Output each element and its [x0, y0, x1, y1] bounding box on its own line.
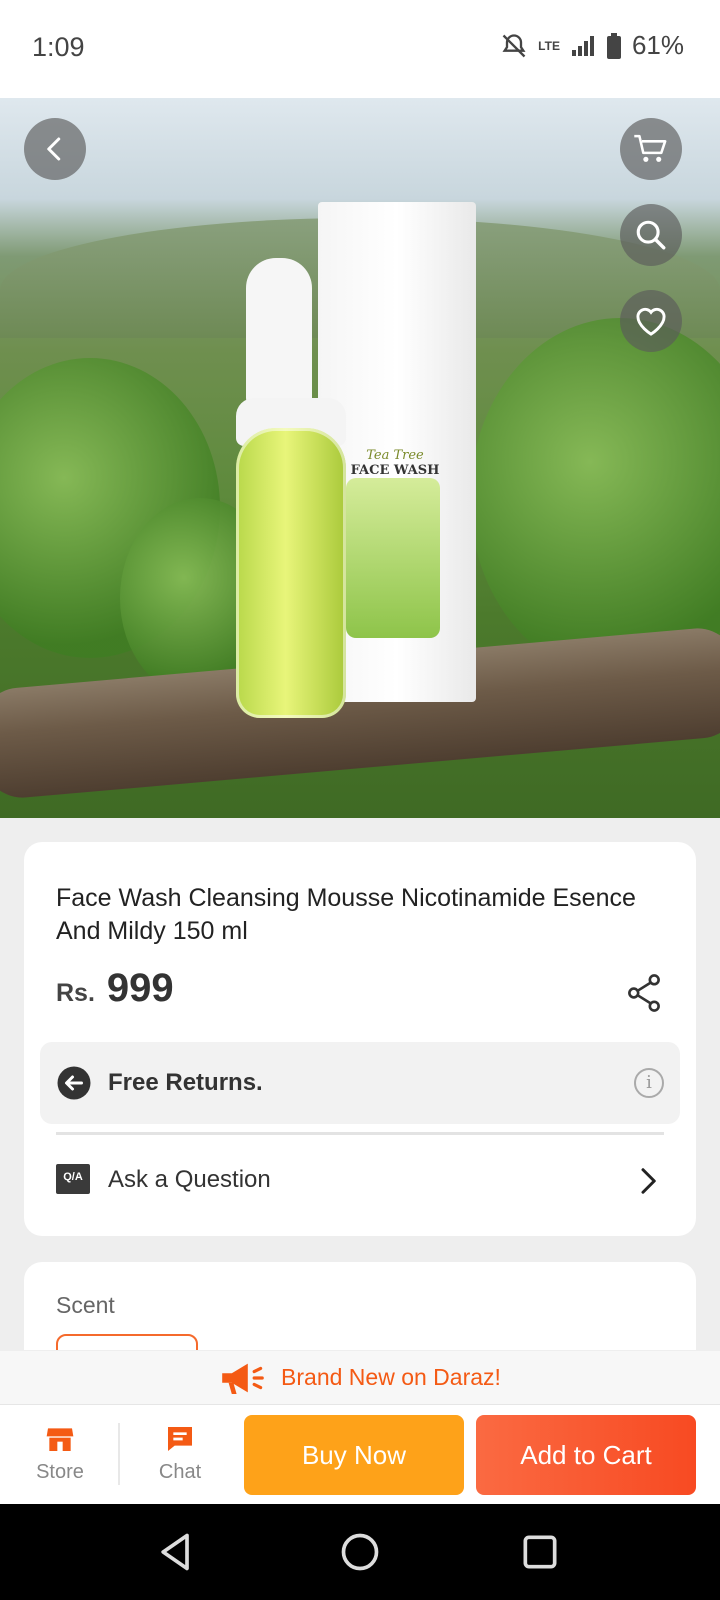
share-icon	[628, 974, 660, 1012]
product-image[interactable]: Tea Tree FACE WASH	[0, 98, 720, 818]
battery-percent: 61%	[631, 30, 684, 60]
free-returns-label: Free Returns.	[108, 1069, 263, 1096]
scent-label: Scent	[56, 1292, 115, 1318]
chevron-right-icon	[641, 1168, 656, 1194]
product-bottle	[236, 428, 346, 718]
network-label: LTE	[538, 38, 560, 53]
box-label: Tea Tree FACE WASH	[350, 448, 440, 478]
share-button[interactable]	[626, 974, 662, 1017]
product-info-card: Face Wash Cleansing Mousse Nicotinamide …	[24, 842, 696, 1236]
system-nav-bar	[0, 1504, 720, 1600]
ask-question-row[interactable]: Q/A Ask a Question	[56, 1156, 664, 1206]
brand-banner-text: Brand New on Daraz!	[281, 1364, 501, 1390]
chat-tab[interactable]: Chat	[130, 1423, 230, 1484]
back-arrow-icon	[47, 137, 61, 161]
return-icon	[57, 1066, 91, 1100]
chat-icon	[168, 1427, 192, 1451]
nav-back-icon[interactable]	[154, 1530, 198, 1574]
brand-banner[interactable]: Brand New on Daraz!	[0, 1350, 720, 1404]
ask-question-label: Ask a Question	[108, 1166, 271, 1193]
divider	[56, 1132, 664, 1135]
tab-separator	[118, 1423, 120, 1485]
cart-button[interactable]	[620, 118, 682, 180]
bottom-action-bar: Store Chat Buy Now Add to Cart	[0, 1404, 720, 1504]
nav-recents-icon[interactable]	[518, 1530, 562, 1574]
store-label: Store	[36, 1461, 84, 1483]
mute-bell-icon	[502, 33, 526, 57]
search-icon	[636, 220, 666, 250]
qa-icon: Q/A	[56, 1164, 90, 1194]
store-tab[interactable]: Store	[10, 1423, 110, 1484]
price-currency: Rs.	[56, 979, 95, 1007]
signal-icon	[571, 35, 594, 56]
status-bar: 1:09 LTE 61%	[0, 0, 720, 98]
add-to-cart-button[interactable]: Add to Cart	[476, 1415, 696, 1495]
battery-icon	[606, 32, 621, 59]
chat-label: Chat	[158, 1461, 202, 1483]
back-button[interactable]	[24, 118, 86, 180]
heart-icon	[636, 307, 666, 336]
status-icons: LTE 61%	[500, 30, 684, 61]
status-time: 1:09	[32, 32, 85, 62]
free-returns-row[interactable]: Free Returns. i	[40, 1042, 680, 1124]
info-icon[interactable]: i	[634, 1068, 664, 1098]
search-button[interactable]	[620, 204, 682, 266]
price-value: 999	[106, 966, 174, 1010]
nav-home-icon[interactable]	[338, 1530, 382, 1574]
store-icon	[46, 1428, 74, 1451]
wishlist-button[interactable]	[620, 290, 682, 352]
megaphone-icon	[222, 1363, 264, 1394]
buy-now-button[interactable]: Buy Now	[244, 1415, 464, 1495]
product-title: Face Wash Cleansing Mousse Nicotinamide …	[56, 884, 636, 945]
cart-icon	[634, 134, 667, 162]
price: Rs. 999	[56, 966, 174, 1011]
